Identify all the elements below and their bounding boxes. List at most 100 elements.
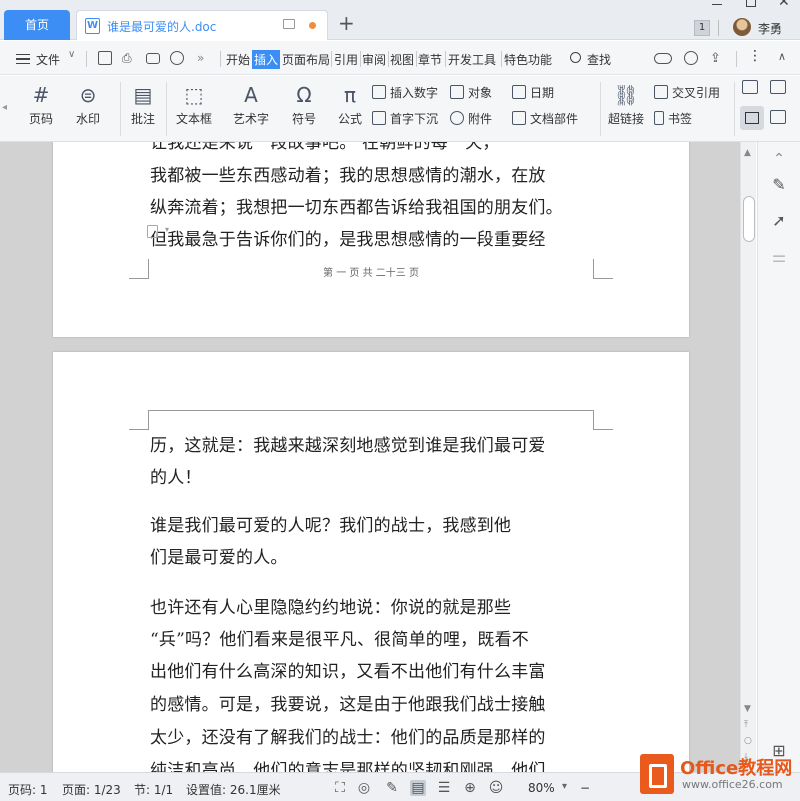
fullscreen-icon[interactable]: ⛶ (332, 780, 348, 796)
page[interactable]: 历，这就是：我越来越深刻地感觉到谁是我们最可爱 的人！ 谁是我们最可爱的人呢？我… (53, 352, 689, 772)
symbol-button[interactable]: Ω 符号 (292, 82, 316, 127)
tab-view[interactable]: 视图 (390, 51, 414, 68)
text-line[interactable]: 但我最急于告诉你们的，是我思想感情的一段重要经 (150, 224, 595, 257)
share-icon[interactable]: ⇪ (710, 51, 724, 66)
divider (445, 51, 446, 67)
page-code-status[interactable]: 页码: 1 (8, 781, 48, 798)
prev-page-icon[interactable]: ⤒ (744, 720, 748, 730)
page-footer: 第 一 页 共 二十三 页 (323, 268, 419, 279)
save-icon[interactable] (98, 51, 112, 65)
tab-developer[interactable]: 开发工具 (448, 51, 496, 68)
new-tab-button[interactable]: + (338, 12, 355, 34)
text-line[interactable]: 让我还是来说一段故事吧。 在朝鲜的每一天， (150, 142, 595, 160)
text-line[interactable]: 纯洁和高尚，他们的意志是那样的坚韧和刚强，他们 (150, 755, 595, 772)
pen-icon[interactable]: ✎ (384, 780, 400, 796)
zoom-out-icon[interactable]: − (580, 781, 590, 795)
crossref-button[interactable]: 交叉引用 (654, 84, 720, 101)
scroll-up-icon[interactable]: ▲ (744, 148, 751, 158)
comment-button[interactable]: ▤ 批注 (131, 82, 155, 127)
search-icon[interactable] (570, 52, 581, 63)
zoom-level[interactable]: 80% (528, 781, 555, 795)
pen-icon[interactable]: ✎ (770, 176, 788, 194)
zoom-dropdown-icon[interactable]: ▾ (562, 781, 567, 792)
watermark-button[interactable]: ⊜ 水印 (76, 82, 100, 127)
text-line[interactable]: 谁是我们最可爱的人呢？我们的战士，我感到他 (150, 510, 595, 543)
scrollbar-thumb[interactable] (743, 196, 755, 242)
export-pdf-icon[interactable]: ⎙ (122, 51, 136, 65)
text-line[interactable]: 我都被一些东西感动着；我的思想感情的潮水，在放 (150, 160, 595, 193)
check-icon[interactable] (770, 80, 786, 94)
text-line[interactable]: 也许还有人心里隐隐约约地说：你说的就是那些 (150, 592, 595, 625)
text-line[interactable]: 纵奔流着；我想把一切东西都告诉给我祖国的朋友们。 (150, 192, 595, 225)
preview-icon[interactable] (170, 51, 184, 65)
wordart-button[interactable]: A 艺术字 (233, 82, 269, 127)
collapse-ribbon-icon[interactable]: ∧ (778, 50, 786, 63)
textbox-button[interactable]: ⬚ 文本框 (176, 82, 212, 127)
ribbon-scroll-left-icon[interactable]: ◂ (2, 102, 7, 113)
username[interactable]: 李勇 (758, 20, 782, 37)
formula-button[interactable]: π 公式 (338, 82, 362, 127)
page-number-button[interactable]: # 页码 (29, 82, 53, 127)
more-options-icon[interactable]: ⋮ (748, 48, 762, 64)
settings-sliders-icon[interactable]: ⚌ (770, 248, 788, 266)
scroll-down-icon[interactable]: ▼ (744, 704, 751, 714)
page-view-button[interactable] (740, 106, 764, 130)
select-browse-object-icon[interactable]: ○ (744, 736, 752, 746)
tab-references[interactable]: 引用 (334, 51, 358, 68)
monitor-icon[interactable] (283, 19, 295, 29)
reading-mode-icon[interactable]: ☺ (488, 780, 504, 796)
search-button[interactable]: 查找 (587, 51, 611, 68)
tab-features[interactable]: 特色功能 (504, 51, 552, 68)
panel-toggle-icon[interactable] (770, 110, 786, 124)
minimize-icon[interactable] (712, 4, 722, 5)
text-line[interactable]: 们是最可爱的人。 (150, 542, 595, 575)
share-people-icon[interactable] (684, 51, 698, 65)
chevron-down-icon[interactable]: ∨ (68, 49, 75, 60)
tab-page-layout[interactable]: 页面布局 (282, 51, 330, 68)
object-button[interactable]: 对象 (450, 84, 492, 101)
hamburger-icon[interactable] (16, 54, 30, 64)
cloud-icon[interactable] (654, 53, 672, 64)
tab-insert[interactable]: 插入 (252, 50, 281, 69)
collapse-icon[interactable]: ⌃ (770, 150, 788, 168)
maximize-icon[interactable] (746, 0, 756, 7)
text-line[interactable]: 出他们有什么高深的知识，又看不出他们有什么丰富 (150, 656, 595, 689)
print-icon[interactable] (146, 53, 160, 64)
file-menu[interactable]: 文件 (36, 51, 60, 68)
document-canvas[interactable]: 让我还是来说一段故事吧。 在朝鲜的每一天， 我都被一些东西感动着；我的思想感情的… (0, 142, 740, 772)
doc-parts-button[interactable]: 文档部件 (512, 110, 578, 127)
tab-document[interactable]: W 谁是最可爱的人.doc (76, 10, 328, 40)
eye-protection-icon[interactable]: ◎ (356, 780, 372, 796)
hyperlink-button[interactable]: ⛓ 超链接 (608, 82, 644, 127)
text-line[interactable]: 太少，还没有了解我们的战士：他们的品质是那样的 (150, 722, 595, 755)
paragraph-marker-icon[interactable] (147, 225, 158, 238)
text-line[interactable]: 历，这就是：我越来越深刻地感觉到谁是我们最可爱 (150, 430, 595, 463)
outline-view-icon[interactable]: ☰ (436, 780, 452, 796)
date-button[interactable]: 日期 (512, 84, 554, 101)
tab-home[interactable]: 首页 (4, 10, 70, 40)
page[interactable]: 让我还是来说一段故事吧。 在朝鲜的每一天， 我都被一些东西感动着；我的思想感情的… (53, 142, 689, 337)
page-view-icon[interactable]: ▤ (410, 780, 426, 796)
cursor-icon[interactable]: ➚ (770, 212, 788, 230)
insert-number-button[interactable]: 插入数字 (372, 84, 438, 101)
setting-value-status[interactable]: 设置值: 26.1厘米 (186, 781, 281, 798)
tab-review[interactable]: 审阅 (362, 51, 386, 68)
avatar[interactable] (733, 18, 751, 36)
attachment-button[interactable]: 附件 (450, 110, 492, 127)
bookmark-button[interactable]: 书签 (654, 110, 692, 127)
text-line[interactable]: “兵”吗？他们看来是很平凡、很简单的哩，既看不 (150, 624, 595, 657)
chevron-down-icon[interactable]: ▾ (165, 225, 169, 234)
text-line[interactable]: 的人！ (150, 462, 595, 495)
tab-sections[interactable]: 章节 (418, 51, 442, 68)
read-mode-icon[interactable] (742, 80, 758, 94)
tab-start[interactable]: 开始 (226, 51, 250, 68)
section-status[interactable]: 节: 1/1 (134, 781, 173, 798)
vertical-scrollbar[interactable]: ▲ ▼ ⤒ ○ ⤓ (740, 142, 756, 772)
web-view-icon[interactable]: ⊕ (462, 780, 478, 796)
text-line[interactable]: 的感情。可是，我要说，这是由于他跟我们战士接触 (150, 689, 595, 722)
window-count-badge[interactable]: 1 (694, 20, 710, 36)
more-tools-button[interactable]: » (197, 51, 204, 65)
close-icon[interactable]: ✕ (778, 0, 790, 10)
dropcap-button[interactable]: 首字下沉 (372, 110, 438, 127)
page-status[interactable]: 页面: 1/23 (62, 781, 121, 798)
